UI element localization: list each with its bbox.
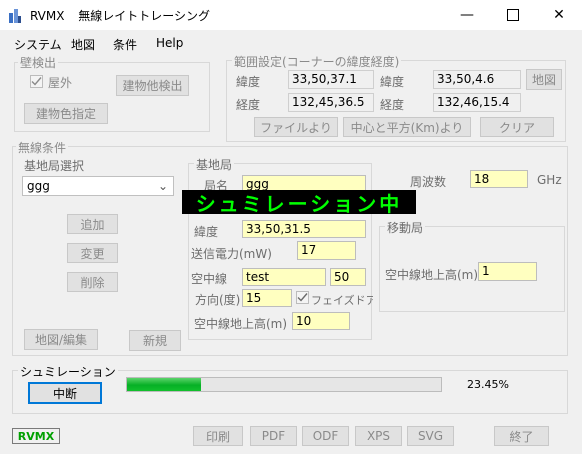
progress-fill	[127, 378, 201, 391]
frequency-label: 周波数	[410, 175, 447, 189]
detect-buildings-button[interactable]: 建物他検出	[116, 75, 189, 96]
outdoor-checkbox[interactable]	[30, 75, 43, 88]
pdf-button[interactable]: PDF	[250, 426, 297, 446]
power-field[interactable]: 17	[297, 241, 356, 260]
outdoor-label: 屋外	[48, 76, 73, 90]
power-label: 送信電力(mW)	[191, 247, 272, 261]
direction-field[interactable]: 15	[242, 289, 292, 307]
minimize-button[interactable]: —	[444, 0, 490, 30]
range-lat-label-2: 緯度	[380, 75, 405, 89]
progress-text: 23.45%	[467, 378, 509, 391]
menu-map[interactable]: 地図	[71, 36, 95, 53]
progress-bar	[126, 377, 442, 392]
range-lon-label-1: 経度	[236, 98, 261, 112]
maximize-icon	[507, 9, 519, 21]
station-select-label: 基地局選択	[24, 159, 85, 173]
add-button[interactable]: 追加	[67, 214, 118, 234]
minimize-icon: —	[460, 7, 474, 23]
stop-button[interactable]: 中断	[28, 382, 102, 404]
lat2-field[interactable]: 33,50,4.6	[433, 70, 521, 89]
new-button[interactable]: 新規	[129, 330, 181, 351]
antenna-field[interactable]: test	[242, 268, 326, 286]
change-button[interactable]: 変更	[67, 243, 118, 263]
app-icon	[8, 7, 22, 23]
chevron-down-icon: ⌄	[157, 179, 168, 193]
frequency-field[interactable]: 18	[470, 170, 528, 188]
phased-array-label: フェイズドアレイ	[311, 294, 373, 307]
station-select[interactable]: ggg ⌄	[22, 176, 174, 196]
delete-button[interactable]: 削除	[67, 272, 118, 292]
wall-group-label: 壁検出	[18, 54, 59, 71]
building-color-button[interactable]: 建物色指定	[24, 103, 108, 124]
simulation-group-label: シュミレーション	[18, 363, 118, 380]
menu-system[interactable]: システム	[14, 36, 62, 53]
clear-button[interactable]: クリア	[480, 117, 554, 137]
mobile-height-field[interactable]: 1	[478, 262, 537, 281]
map-button[interactable]: 地図	[526, 69, 562, 90]
check-icon	[297, 293, 308, 302]
menu-conditions[interactable]: 条件	[113, 36, 137, 53]
center-square-button[interactable]: 中心と平方(Km)より	[343, 117, 471, 137]
simulation-banner: シュミレーション中	[182, 190, 416, 216]
phased-array-checkbox[interactable]	[296, 291, 309, 304]
window-caption: 無線レイトトレーシング	[78, 9, 211, 23]
mobile-height-label: 空中線地上高(m)	[385, 268, 479, 282]
base-height-field[interactable]: 10	[292, 312, 350, 330]
antenna-label: 空中線	[191, 272, 228, 286]
radio-group-label: 無線条件	[16, 139, 69, 156]
range-lat-label-1: 緯度	[236, 75, 261, 89]
lon2-field[interactable]: 132,46,15.4	[433, 93, 521, 112]
window-title: RVMX 無線レイトトレーシング	[30, 7, 210, 24]
station-select-value: ggg	[27, 179, 50, 193]
from-file-button[interactable]: ファイルより	[254, 117, 338, 137]
range-lon-label-2: 経度	[380, 98, 405, 112]
close-button[interactable]: ✕	[536, 0, 582, 30]
maximize-button[interactable]	[490, 0, 536, 30]
base-lat-field[interactable]: 33,50,31.5	[242, 220, 366, 238]
antenna-number-field[interactable]: 50	[330, 268, 366, 286]
check-icon	[31, 77, 42, 86]
lon1-field[interactable]: 132,45,36.5	[288, 93, 374, 112]
menu-help[interactable]: Help	[156, 36, 183, 50]
svg-button[interactable]: SVG	[407, 426, 454, 446]
close-icon: ✕	[553, 7, 565, 23]
xps-button[interactable]: XPS	[355, 426, 402, 446]
base-lat-label: 緯度	[194, 225, 219, 239]
range-group-label: 範囲設定(コーナーの緯度経度)	[232, 53, 402, 70]
app-name: RVMX	[30, 9, 65, 23]
print-button[interactable]: 印刷	[193, 426, 243, 446]
base-station-group-label: 基地局	[194, 156, 235, 173]
map-edit-button[interactable]: 地図/編集	[24, 329, 98, 350]
rvmx-logo: RVMX	[12, 428, 60, 444]
lat1-field[interactable]: 33,50,37.1	[288, 70, 374, 89]
exit-button[interactable]: 終了	[494, 426, 549, 446]
direction-label: 方向(度)	[195, 293, 241, 307]
base-height-label: 空中線地上高(m)	[194, 317, 288, 331]
mobile-station-group-label: 移動局	[385, 219, 426, 236]
frequency-unit: GHz	[537, 173, 562, 187]
odf-button[interactable]: ODF	[302, 426, 349, 446]
